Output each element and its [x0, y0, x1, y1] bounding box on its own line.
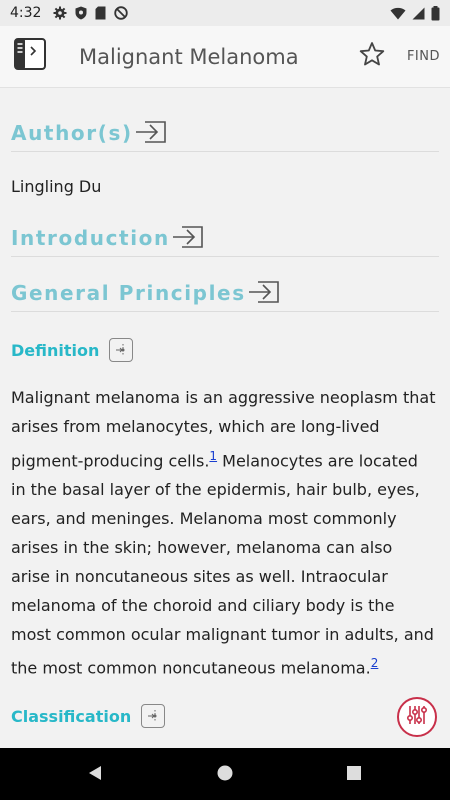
table-of-contents-button[interactable] [13, 38, 47, 75]
sliders-icon [405, 703, 429, 732]
shield-icon [75, 6, 87, 20]
section-introduction[interactable]: Introduction [11, 225, 439, 257]
system-navigation-bar [0, 748, 450, 800]
section-title-introduction: Introduction [11, 226, 170, 250]
no-tracking-icon [114, 6, 129, 20]
home-icon[interactable] [216, 764, 234, 787]
article-content[interactable]: Author(s) Lingling Du Introduction Gener… [0, 88, 450, 748]
author-name: Lingling Du [11, 177, 102, 196]
app-bar: Malignant Melanoma FIND [0, 26, 450, 88]
book-toc-icon [14, 38, 46, 75]
find-button[interactable]: FIND [407, 49, 440, 64]
star-outline-icon [359, 41, 385, 72]
subsection-title-definition: Definition [11, 340, 100, 360]
display-settings-button[interactable] [397, 697, 437, 737]
jump-to-section-icon[interactable] [172, 225, 204, 254]
reference-link-2[interactable]: 2 [371, 656, 379, 670]
section-title-general-principles: General Principles [11, 281, 246, 305]
definition-paragraph: Malignant melanoma is an aggressive neop… [11, 384, 436, 684]
back-icon[interactable] [86, 764, 104, 787]
section-authors[interactable]: Author(s) [11, 120, 439, 152]
subsection-classification: Classification [11, 704, 166, 728]
section-general-principles[interactable]: General Principles [11, 280, 439, 312]
bookmark-button[interactable] [357, 42, 387, 72]
recents-icon[interactable] [346, 764, 362, 787]
subsection-definition: Definition [11, 338, 134, 362]
status-time: 4:32 [10, 5, 42, 21]
outline-icon[interactable] [109, 338, 134, 362]
sd-card-icon [95, 6, 106, 20]
section-title-authors: Author(s) [11, 121, 133, 145]
definition-text-part2: Melanocytes are located in the basal lay… [11, 451, 434, 678]
jump-to-section-icon[interactable] [135, 120, 167, 149]
jump-to-section-icon[interactable] [248, 280, 280, 309]
subsection-title-classification: Classification [11, 706, 132, 726]
reference-link-1[interactable]: 1 [209, 449, 217, 463]
outline-icon[interactable] [141, 704, 166, 728]
settings-icon [53, 6, 67, 20]
page-title: Malignant Melanoma [79, 44, 299, 69]
wifi-icon [390, 7, 406, 20]
battery-icon [431, 5, 440, 21]
cell-signal-icon [412, 7, 425, 20]
status-bar: 4:32 [0, 0, 450, 26]
